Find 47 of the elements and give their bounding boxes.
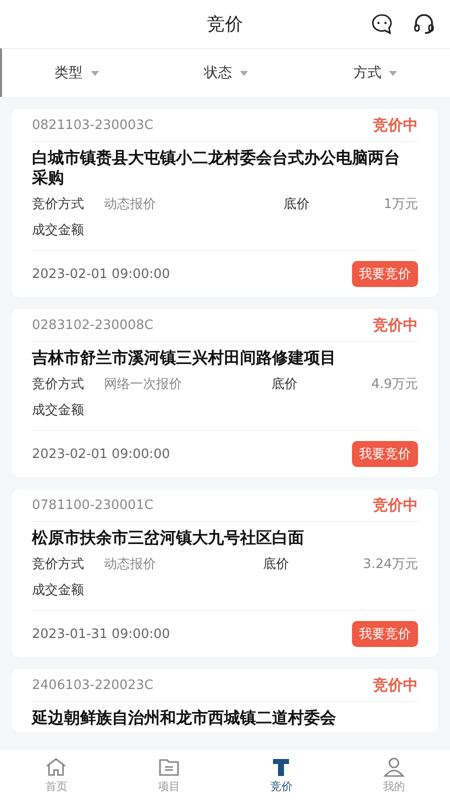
project-title: 吉林市舒兰市溪河镇三兴村田间路修建项目	[32, 348, 337, 368]
bid-card[interactable]: 0283102-230008C 竞价中 吉林市舒兰市溪河镇三兴村田间路修建项目 竞价方式 网络一次报价 底价 4.9万元 成交金额 2023-02-01 09:00:00 我要竞价	[12, 309, 438, 477]
bid-status: 竞价中	[373, 676, 418, 694]
field-label: 竞价方式	[32, 196, 85, 214]
filter-dropdown[interactable]: 方式	[300, 63, 450, 83]
tab-item[interactable]: 竞价	[225, 750, 338, 800]
field-label: 底价	[284, 196, 311, 214]
field-label: 竞价方式	[32, 556, 85, 574]
field-value: 4.9万元	[371, 376, 418, 394]
field-value: 网络一次报价	[104, 376, 183, 394]
field-label: 成交金额	[32, 222, 85, 240]
home-icon	[45, 756, 68, 776]
bid-status: 竞价中	[373, 116, 418, 134]
field-label: 底价	[271, 376, 298, 394]
dropdown-arrow-icon	[90, 70, 99, 76]
bid-card[interactable]: 0821103-230003C 竞价中 白城市镇赉县大屯镇小二龙村委会台式办公电脑两台采购 竞价方式 动态报价 底价 1万元 成交金额 2023-02-01 09:00:00 我要竞价	[12, 109, 438, 297]
project-title: 延边朝鲜族自治州和龙市西城镇二道村委会	[32, 708, 337, 728]
bid-card[interactable]: 2406103-220023C 竞价中 延边朝鲜族自治州和龙市西城镇二道村委会	[12, 669, 438, 732]
project-code: 2406103-220023C	[32, 678, 154, 692]
project-title: 松原市扶余市三岔河镇大九号社区白面	[32, 528, 305, 548]
bid-date: 2023-02-01 09:00:00	[32, 266, 170, 282]
chat-icon[interactable]	[370, 12, 394, 36]
filter-dropdown[interactable]: 状态	[151, 63, 301, 83]
bid-card[interactable]: 0781100-230001C 竞价中 松原市扶余市三岔河镇大九号社区白面 竞价方式 动态报价 底价 3.24万元 成交金额 2023-01-31 09:00:00 我要竞价	[12, 489, 438, 657]
folder-icon	[158, 756, 180, 776]
filter-dropdown[interactable]: 类型	[2, 63, 152, 83]
field-value: 动态报价	[104, 556, 157, 574]
bid-status: 竞价中	[373, 496, 418, 514]
field-value: 3.24万元	[363, 556, 418, 574]
field-label: 底价	[263, 556, 290, 574]
field-label: 竞价方式	[32, 376, 85, 394]
bid-status: 竞价中	[373, 316, 418, 334]
dropdown-arrow-icon	[389, 70, 398, 76]
project-title: 白城市镇赉县大屯镇小二龙村委会台式办公电脑两台采购	[32, 148, 401, 188]
field-label: 成交金额	[32, 582, 85, 600]
project-code: 0821103-230003C	[32, 118, 154, 132]
dropdown-arrow-icon	[240, 70, 248, 76]
field-label: 成交金额	[32, 402, 85, 420]
bid-date: 2023-02-01 09:00:00	[32, 446, 170, 462]
headset-icon[interactable]	[412, 12, 436, 36]
page-title: 竞价	[207, 13, 243, 36]
project-code: 0283102-230008C	[32, 318, 154, 332]
project-code: 0781100-230001C	[32, 498, 154, 512]
bid-date: 2023-01-31 09:00:00	[32, 626, 170, 642]
person-icon	[382, 756, 405, 776]
field-value: 动态报价	[104, 196, 157, 214]
field-value: 1万元	[384, 196, 418, 214]
